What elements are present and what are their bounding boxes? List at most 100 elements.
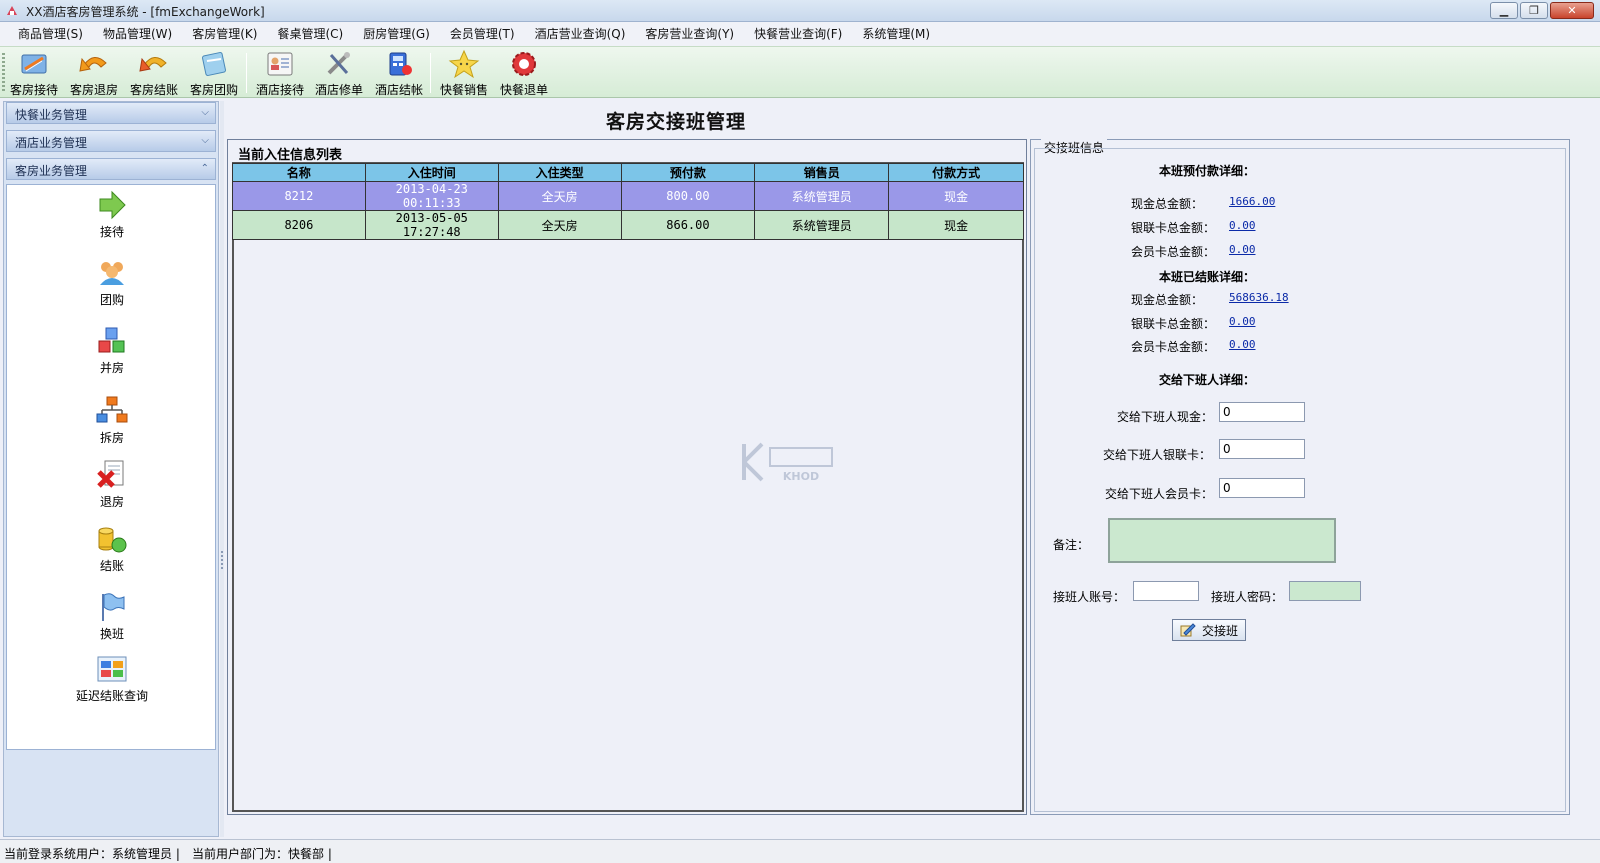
menu-room-query[interactable]: 客房营业查询(Y): [635, 23, 744, 45]
handover-info-panel: 交接班信息 本班预付款详细： 现金总金额： 1666.00 银联卡总金额： 0.…: [1030, 139, 1570, 815]
sidebar-item-label: 接待: [99, 225, 124, 239]
settled-cash-value[interactable]: 568636.18: [1229, 291, 1289, 304]
toolbar-room-settle[interactable]: 客房结账: [126, 49, 182, 97]
watermark-logo: KHOD: [742, 442, 833, 483]
sidebar-item-split-room[interactable]: 拆房: [7, 395, 217, 446]
sidebar-item-label: 退房: [99, 495, 124, 509]
next-shift-section-title: 交给下班人详细：: [1159, 373, 1256, 387]
menu-fastfood-query[interactable]: 快餐营业查询(F): [744, 23, 852, 45]
toolbar-hotel-modify[interactable]: 酒店修单: [311, 49, 367, 97]
sidebar-splitter[interactable]: [220, 101, 224, 837]
close-button[interactable]: ✕: [1550, 2, 1594, 19]
column-header-name[interactable]: 名称: [232, 163, 366, 182]
toolbar-room-reception[interactable]: 客房接待: [6, 49, 62, 97]
room-reception-icon: [21, 54, 47, 74]
next-unionpay-input[interactable]: [1219, 439, 1305, 459]
column-header-checkin-time[interactable]: 入住时间: [364, 163, 499, 182]
menu-tables[interactable]: 餐桌管理(C): [267, 23, 353, 45]
users-icon: [100, 262, 124, 285]
sidebar-group-hotel[interactable]: 酒店业务管理 ⌵: [6, 130, 216, 152]
splitter-grip: [221, 551, 223, 571]
chevron-down-icon: ⌵: [201, 107, 209, 118]
star-icon: [448, 49, 480, 79]
sidebar-item-group-buy[interactable]: 团购: [7, 257, 217, 308]
toolbar-hotel-settle[interactable]: 酒店结帐: [371, 49, 427, 97]
cubes-icon: [98, 327, 125, 353]
toolbar: 客房接待 客房退房 客房结账 客房团购 酒店接待 酒店修单 酒店结帐 快餐销售 …: [0, 46, 1600, 98]
coins-icon: [98, 527, 127, 553]
sidebar-item-merge-room[interactable]: 并房: [7, 325, 217, 376]
sidebar-group-label: 客房业务管理: [15, 164, 88, 178]
cell-prepayment: 800.00: [620, 181, 756, 211]
column-header-prepayment[interactable]: 预付款: [620, 163, 756, 182]
window-title: XX酒店客房管理系统 - [fmExchangeWork]: [26, 5, 265, 19]
status-bar: 当前登录系统用户：系统管理员 | 当前用户部门为：快餐部 |: [0, 839, 1600, 863]
menu-hotel-query[interactable]: 酒店营业查询(Q): [525, 23, 636, 45]
sidebar-item-delayed-settle-query[interactable]: 延迟结账查询: [7, 653, 217, 704]
menu-members[interactable]: 会员管理(T): [440, 23, 525, 45]
sidebar-item-reception[interactable]: 接待: [7, 189, 217, 240]
handover-submit-label: 交接班: [1201, 623, 1238, 638]
column-header-checkin-type[interactable]: 入住类型: [497, 163, 622, 182]
table-row[interactable]: 8212 2013-04-23 00:11:33 全天房 800.00 系统管理…: [232, 181, 1024, 211]
settled-member-card-value[interactable]: 0.00: [1229, 338, 1256, 351]
toolbar-hotel-reception[interactable]: 酒店接待: [252, 49, 308, 97]
toolbar-label: 快餐退单: [499, 83, 548, 97]
sidebar-item-shift-change[interactable]: 换班: [7, 591, 217, 642]
remark-textarea[interactable]: [1108, 518, 1336, 563]
next-unionpay-label: 交给下班人银联卡：: [1103, 448, 1212, 462]
handover-submit-button[interactable]: 交接班: [1172, 619, 1246, 641]
delete-document-icon: [97, 460, 124, 488]
restore-button[interactable]: ❐: [1520, 2, 1548, 19]
prepay-member-card-value[interactable]: 0.00: [1229, 243, 1256, 256]
hierarchy-icon: [96, 396, 128, 423]
successor-password-input[interactable]: [1289, 581, 1361, 601]
table-row[interactable]: 8206 2013-05-05 17:27:48 全天房 866.00 系统管理…: [232, 210, 1024, 240]
page-title: 客房交接班管理: [605, 111, 746, 133]
menu-system[interactable]: 系统管理(M): [852, 23, 940, 45]
menu-rooms[interactable]: 客房管理(K): [182, 23, 267, 45]
sidebar-group-room[interactable]: 客房业务管理 ⌃: [6, 158, 216, 180]
settled-member-card-label: 会员卡总金额：: [1131, 340, 1216, 354]
main-content: 客房交接班管理 当前入住信息列表 名称 入住时间 入住类型 预付款 销售员 付款…: [226, 99, 1598, 837]
next-cash-input[interactable]: [1219, 402, 1305, 422]
prepay-cash-label: 现金总金额：: [1131, 197, 1204, 211]
toolbar-fastfood-refund[interactable]: 快餐退单: [496, 49, 552, 97]
toolbar-label: 客房结账: [129, 83, 178, 97]
prepay-unionpay-value[interactable]: 0.00: [1229, 219, 1256, 232]
minimize-button[interactable]: ▁: [1490, 2, 1518, 19]
next-member-card-input[interactable]: [1219, 478, 1305, 498]
toolbar-room-checkout[interactable]: 客房退房: [66, 49, 122, 97]
checkin-grid: 名称 入住时间 入住类型 预付款 销售员 付款方式 8212 2013-04-2…: [232, 162, 1024, 812]
cell-salesperson: 系统管理员: [754, 210, 890, 240]
settled-unionpay-label: 银联卡总金额：: [1131, 317, 1216, 331]
restore-icon: ❐: [1529, 4, 1539, 17]
successor-account-input[interactable]: [1133, 581, 1199, 601]
cell-salesperson: 系统管理员: [754, 181, 890, 211]
checkin-list-caption: 当前入住信息列表: [238, 148, 343, 163]
title-bar: XX酒店客房管理系统 - [fmExchangeWork] ▁ ❐ ✕: [0, 0, 1600, 22]
successor-password-label: 接班人密码：: [1211, 590, 1284, 604]
sidebar-group-fastfood[interactable]: 快餐业务管理 ⌵: [6, 102, 216, 124]
toolbar-room-group[interactable]: 客房团购: [186, 49, 242, 97]
dashboard-icon: [97, 656, 127, 682]
settled-unionpay-value[interactable]: 0.00: [1229, 315, 1256, 328]
toolbar-fastfood-sale[interactable]: 快餐销售: [436, 49, 492, 97]
menu-goods[interactable]: 商品管理(S): [8, 23, 93, 45]
sidebar-item-settle[interactable]: 结账: [7, 523, 217, 574]
toolbar-label: 酒店接待: [255, 83, 304, 97]
column-header-payment-method[interactable]: 付款方式: [888, 163, 1024, 182]
id-card-icon: [267, 52, 293, 76]
tools-icon: [327, 52, 350, 75]
menu-kitchen[interactable]: 厨房管理(G): [353, 23, 440, 45]
toolbar-grip[interactable]: [2, 53, 5, 93]
arrow-right-icon: [99, 190, 126, 220]
toolbar-label: 客房退房: [69, 83, 118, 97]
close-icon: ✕: [1567, 4, 1577, 17]
status-current-user: 当前登录系统用户：系统管理员 |: [4, 847, 180, 861]
sidebar-item-checkout[interactable]: 退房: [7, 459, 217, 510]
menu-items[interactable]: 物品管理(W): [93, 23, 182, 45]
column-header-salesperson[interactable]: 销售员: [754, 163, 890, 182]
prepay-cash-value[interactable]: 1666.00: [1229, 195, 1275, 208]
sidebar-item-label: 换班: [99, 627, 124, 641]
